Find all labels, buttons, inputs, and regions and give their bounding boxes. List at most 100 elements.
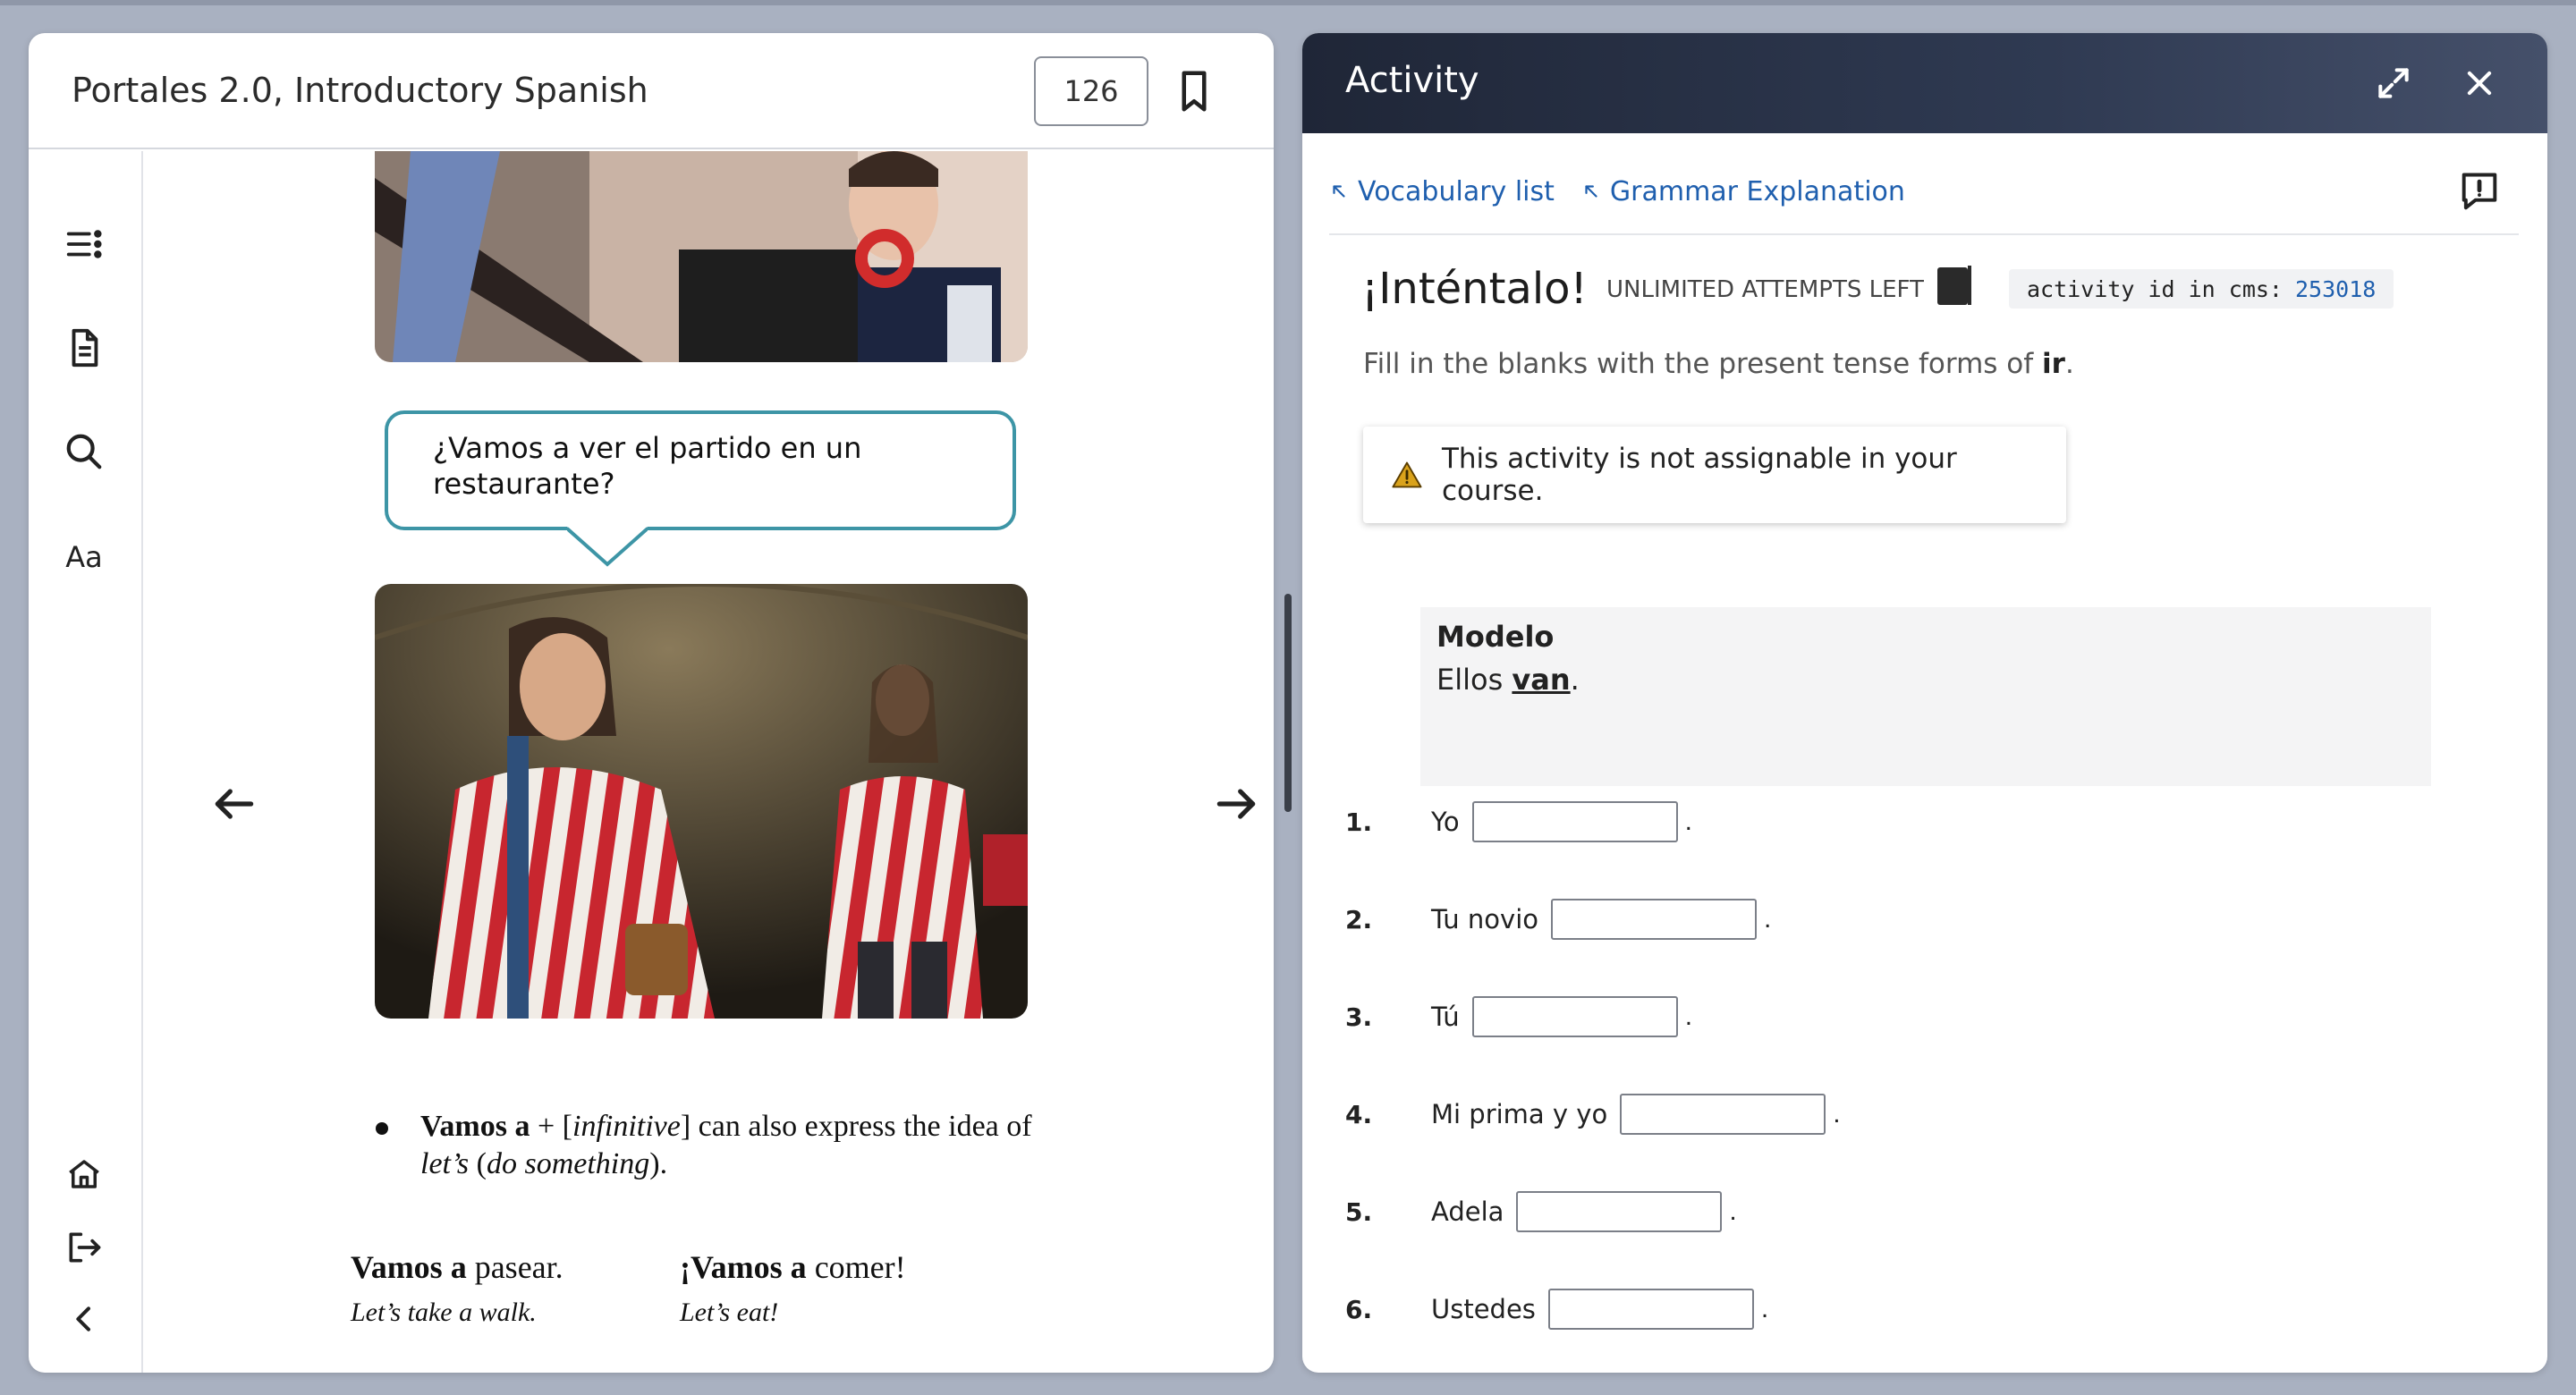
question-number: 1. [1345,807,1373,837]
attempts-book-icon [1937,266,1971,305]
question-period: . [1833,1099,1841,1129]
instructions-prefix: Fill in the blanks with the present tens… [1363,348,2043,380]
question-row: 4. Mi prima y yo . [1345,1087,1841,1141]
cms-id-label: activity id in cms: [2027,275,2283,302]
example-1: Vamos a pasear. Let’s take a walk. [351,1247,564,1328]
question-number: 6. [1345,1294,1373,1324]
question-period: . [1729,1196,1737,1226]
next-page-button[interactable] [1211,779,1261,829]
answer-input-6[interactable] [1547,1289,1754,1330]
question-period: . [1764,904,1772,934]
example-1-translation: Let’s take a walk. [351,1298,537,1327]
example-2-bold: ¡Vamos a [680,1249,807,1285]
home-button[interactable] [57,1147,111,1201]
bookmark-icon [1182,71,1207,112]
table-of-contents-button[interactable] [57,217,111,271]
answer-input-3[interactable] [1471,996,1678,1037]
sign-out-icon [69,1232,101,1263]
answer-input-4[interactable] [1620,1094,1826,1135]
expand-icon [2378,68,2409,98]
question-period: . [1684,1002,1693,1031]
grammar-note-paren-close: ). [649,1147,668,1180]
window-top-strip [0,0,2576,5]
warning-text: This activity is not assignable in your … [1441,443,1957,507]
grammar-note: Vamos a + [infinitive] can also express … [420,1108,1100,1183]
arrow-up-left-icon [1585,185,1597,198]
question-period: . [1760,1294,1769,1323]
cms-id-chip: activity id in cms: 253018 [2009,269,2394,309]
answer-input-5[interactable] [1516,1191,1723,1232]
not-assignable-warning: This activity is not assignable in your … [1363,427,2066,523]
question-row: 3. Tú . [1345,990,1692,1044]
panel-resize-handle[interactable] [1284,594,1292,812]
grammar-note-paren-open: ( [469,1147,487,1180]
model-heading: Modelo [1436,620,1555,654]
exit-button[interactable] [57,1221,111,1274]
model-answer: van [1512,663,1571,697]
instructions-verb: ir [2042,348,2065,380]
activity-instructions: Fill in the blanks with the present tens… [1363,348,2074,380]
speech-bubble: ¿Vamos a ver el partido en un restaurant… [385,410,1016,530]
question-number: 2. [1345,904,1373,934]
question-period: . [1684,807,1692,836]
expand-button[interactable] [2370,60,2417,106]
example-1-rest: pasear. [466,1249,564,1285]
photo-subway-fans [375,584,1028,1019]
book-title: Portales 2.0, Introductory Spanish [72,71,648,110]
example-2-translation: Let’s eat! [680,1298,779,1327]
previous-page-button[interactable] [209,779,259,829]
arrow-right-icon [1216,789,1256,819]
model-example-box: Modelo Ellos van. [1420,607,2431,786]
arrow-left-icon [215,789,254,819]
speech-bubble-tail [567,527,648,567]
chevron-left-icon [76,1306,90,1332]
reader-page-content: ¿Vamos a ver el partido en un restaurant… [145,151,1274,1373]
bookmark-button[interactable] [1170,67,1218,115]
vocabulary-list-link[interactable]: Vocabulary list [1329,176,1555,207]
cms-id-value: 253018 [2294,275,2377,302]
text-size-button[interactable]: Aa [57,530,111,584]
close-button[interactable] [2456,60,2503,106]
search-button[interactable] [57,425,111,478]
question-number: 5. [1345,1196,1373,1227]
grammar-note-rest: ] can also express the idea of [680,1110,1032,1143]
close-icon [2467,71,2492,96]
model-sentence: Ellos van. [1436,663,2415,697]
instructions-suffix: . [2064,348,2074,380]
document-icon [72,328,98,368]
search-icon [66,434,102,469]
question-row: 5. Adela . [1345,1185,1737,1239]
home-icon [69,1160,99,1188]
grammar-explanation-link[interactable]: Grammar Explanation [1581,176,1905,207]
feedback-alert-icon [2462,173,2497,210]
grammar-explanation-label: Grammar Explanation [1609,175,1905,207]
activity-heading: ¡Inténtalo! [1361,264,1588,314]
answer-input-2[interactable] [1551,899,1757,940]
grammar-note-do-something: do something [486,1147,650,1180]
example-2-rest: comer! [806,1249,906,1285]
grammar-note-lets: let’s [420,1147,470,1180]
reader-side-rail: Aa [29,151,143,1373]
vocabulary-list-label: Vocabulary list [1358,175,1555,207]
report-issue-button[interactable] [2456,169,2503,216]
example-2: ¡Vamos a comer! Let’s eat! [680,1247,906,1328]
question-subject: Mi prima y yo [1431,1099,1608,1129]
example-1-bold: Vamos a [351,1249,467,1285]
activity-panel: Activity Vocabulary list Grammar Explana… [1302,33,2547,1373]
warning-icon [1392,461,1422,488]
question-subject: Tú [1431,1002,1460,1032]
question-number: 4. [1345,1099,1373,1129]
page-number-input[interactable]: 126 [1034,56,1148,126]
collapse-rail-button[interactable] [57,1292,111,1346]
reader-header: Portales 2.0, Introductory Spanish 126 [29,33,1274,149]
attempts-left-text: UNLIMITED ATTEMPTS LEFT [1606,276,1924,303]
activity-panel-title: Activity [1345,60,1479,101]
answer-input-1[interactable] [1471,801,1678,842]
model-subject: Ellos [1436,663,1513,697]
grammar-note-plus: + [ [530,1110,572,1143]
links-divider [1329,233,2519,235]
question-subject: Adela [1431,1196,1504,1227]
question-subject: Ustedes [1431,1294,1536,1324]
question-subject: Tu novio [1431,904,1538,934]
notes-button[interactable] [57,321,111,375]
